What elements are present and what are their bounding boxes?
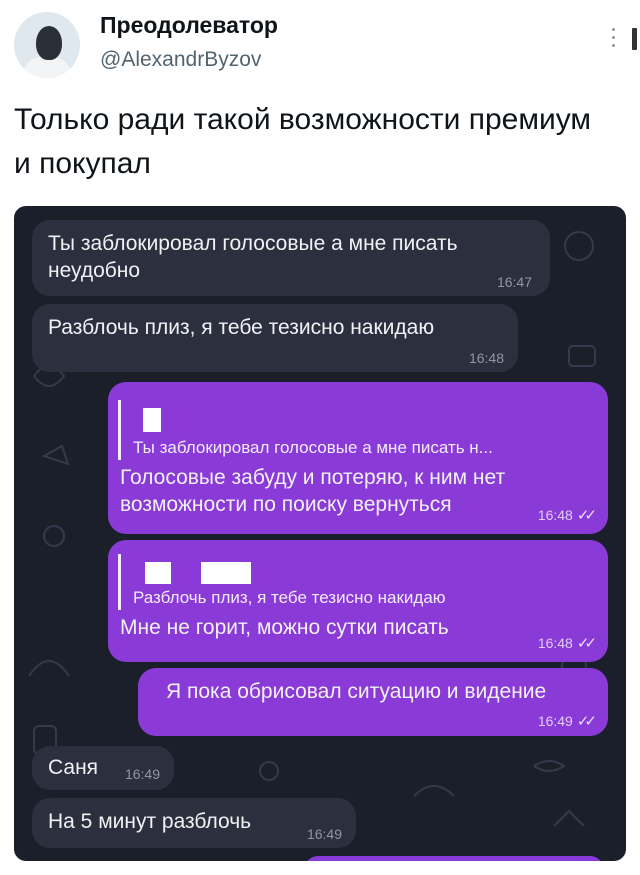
message-time: 16:49 ✓✓ (537, 713, 597, 730)
message-bubble[interactable]: Разблочь плиз, я тебе тезисно накидаю 16… (32, 304, 518, 372)
read-ticks-icon: ✓✓ (576, 635, 597, 652)
read-ticks-icon: ✓✓ (576, 713, 597, 730)
chat-screenshot: Ты заблокировал голосовые а мне писать н… (14, 206, 626, 861)
redacted-name (143, 408, 161, 432)
reply-quote[interactable]: Ты заблокировал голосовые а мне писать н… (118, 400, 598, 460)
message-bubble[interactable]: Я пока обрисовал ситуацию и видение 16:4… (138, 668, 608, 736)
redacted-name (145, 562, 171, 584)
redacted-name (201, 562, 251, 584)
next-message-bubble (304, 856, 604, 861)
message-text: Голосовые забуду и потеряю, к ним нет во… (120, 466, 506, 516)
reply-quote[interactable]: Разблочь плиз, я тебе тезисно накидаю (118, 554, 598, 610)
display-name[interactable]: Преодолеватор (100, 12, 278, 39)
edge-bar (632, 28, 637, 50)
message-time: 16:49 (306, 826, 342, 842)
message-time: 16:48 ✓✓ (537, 507, 597, 524)
message-time: 16:49 (124, 766, 160, 782)
avatar-face (36, 26, 62, 60)
message-text: Ты заблокировал голосовые а мне писать н… (48, 232, 458, 282)
message-bubble[interactable]: Ты заблокировал голосовые а мне писать н… (32, 220, 550, 296)
avatar[interactable] (14, 12, 80, 78)
message-time: 16:48 (468, 350, 504, 366)
message-bubble[interactable]: Саня 16:49 (32, 746, 174, 790)
message-text: Мне не горит, можно сутки писать (120, 616, 449, 639)
reply-text: Ты заблокировал голосовые а мне писать н… (133, 438, 493, 457)
message-bubble[interactable]: Разблочь плиз, я тебе тезисно накидаю Мн… (108, 540, 608, 662)
user-handle[interactable]: @AlexandrByzov (100, 48, 261, 72)
message-time: 16:48 ✓✓ (537, 635, 597, 652)
message-text: Я пока обрисовал ситуацию и видение (166, 680, 547, 703)
read-ticks-icon: ✓✓ (576, 507, 597, 524)
tweet-text: Только ради такой возможности премиум и … (14, 103, 592, 180)
vertical-dots-icon[interactable] (612, 28, 616, 50)
message-text: На 5 минут разблочь (48, 810, 252, 833)
reply-text: Разблочь плиз, я тебе тезисно накидаю (133, 588, 446, 607)
tweet-header: Преодолеватор @AlexandrByzov (0, 0, 640, 90)
message-text: Разблочь плиз, я тебе тезисно накидаю (48, 316, 435, 339)
message-bubble[interactable]: На 5 минут разблочь 16:49 (32, 798, 356, 848)
message-bubble[interactable]: Ты заблокировал голосовые а мне писать н… (108, 382, 608, 534)
message-time: 16:47 (496, 274, 532, 290)
